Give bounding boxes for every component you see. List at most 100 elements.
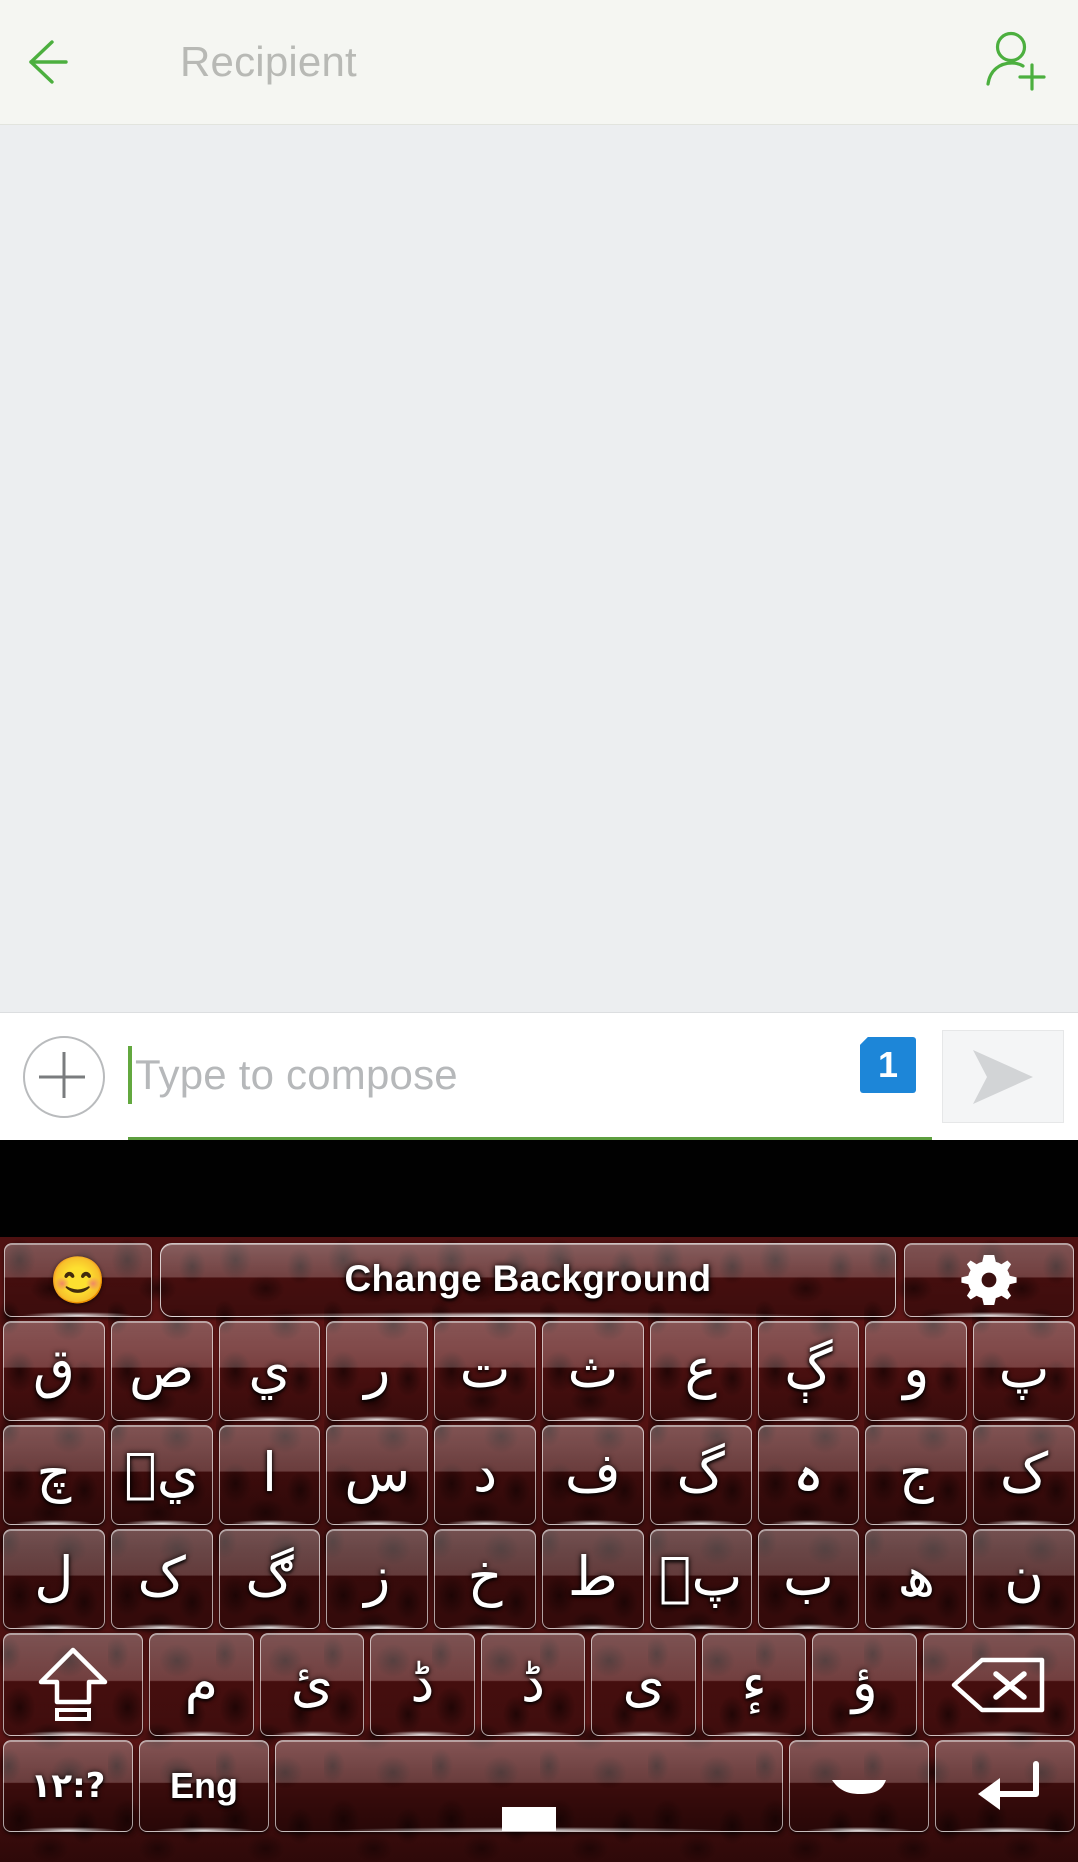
key-vao[interactable]: و [865, 1321, 968, 1421]
key-enter[interactable] [935, 1740, 1075, 1832]
key-che[interactable]: چ [3, 1425, 105, 1525]
shift-up-arrow-icon [38, 1647, 108, 1721]
key-be[interactable]: ب [757, 1529, 860, 1629]
key-glyph: ہ [792, 1441, 825, 1504]
key-glyph: د [473, 1441, 498, 1504]
key-glyph: ک [137, 1545, 186, 1608]
key-ye-variant[interactable]: يٜ [110, 1425, 213, 1525]
key-pe[interactable]: پ [973, 1321, 1075, 1421]
key-glyph: ت [459, 1337, 511, 1400]
dash-icon [832, 1780, 886, 1794]
key-glyph: ع [684, 1337, 717, 1400]
key-glyph: ى [622, 1650, 665, 1714]
key-kaf-2[interactable]: ک [110, 1529, 213, 1629]
key-hamza-vao[interactable]: ؤ [812, 1633, 918, 1736]
back-button[interactable] [0, 0, 112, 125]
key-ye[interactable]: ي [218, 1321, 321, 1421]
key-alif-maqsura[interactable]: ى [591, 1633, 696, 1736]
key-he-goal[interactable]: ہ [757, 1425, 860, 1525]
keyboard-settings-key[interactable] [904, 1243, 1074, 1317]
keyboard-gap [0, 1140, 1078, 1237]
key-lam[interactable]: ل [3, 1529, 105, 1629]
key-gaf[interactable]: گ [649, 1425, 752, 1525]
key-ain[interactable]: ع [649, 1321, 752, 1421]
key-glyph: ل [34, 1545, 74, 1608]
key-glyph: و [903, 1337, 930, 1400]
key-khe[interactable]: خ [434, 1529, 536, 1629]
key-shift[interactable] [3, 1633, 143, 1736]
key-space[interactable] [275, 1740, 783, 1832]
key-qaf[interactable]: ق [3, 1321, 105, 1421]
send-button[interactable] [942, 1030, 1064, 1123]
attach-button[interactable] [0, 1013, 128, 1140]
key-glyph: ک [999, 1441, 1049, 1504]
key-glyph: ڈ [410, 1650, 435, 1714]
key-toe[interactable]: ط [541, 1529, 644, 1629]
key-glyph: ڳ [784, 1337, 833, 1400]
key-glyph: ز [364, 1545, 391, 1608]
change-background-button[interactable]: Change Background [160, 1243, 896, 1317]
key-dal[interactable]: د [434, 1425, 536, 1525]
key-language-label: Eng [170, 1765, 238, 1806]
key-nun[interactable]: ن [973, 1529, 1075, 1629]
text-caret [128, 1046, 132, 1104]
add-contact-button[interactable] [948, 0, 1078, 125]
change-background-label: Change Background [344, 1257, 712, 1299]
urdu-keyboard: 😊 Change Background ق ص ي ر ت ث ع ڳ و پ … [0, 1237, 1078, 1862]
key-glyph: ؤ [851, 1650, 878, 1714]
key-sin[interactable]: س [326, 1425, 429, 1525]
send-paper-plane-icon [973, 1049, 1033, 1104]
message-list[interactable] [0, 125, 1078, 1013]
key-gaf-dotted[interactable]: ڳ [757, 1321, 860, 1421]
key-glyph: ف [564, 1441, 621, 1504]
keyboard-function-row: 😊 Change Background [0, 1237, 1078, 1319]
key-gaf-ring[interactable]: ڰ [218, 1529, 321, 1629]
key-te[interactable]: ت [434, 1321, 536, 1421]
key-do-chashmi-he[interactable]: ھ [865, 1529, 968, 1629]
key-symbols[interactable]: ۱۲:? [3, 1740, 133, 1832]
key-language-toggle[interactable]: Eng [139, 1740, 269, 1832]
app-bar: Recipient [0, 0, 1078, 125]
keyboard-row-4: م ئ ڈ ڈ ى ءٕ ؤ [0, 1631, 1078, 1738]
key-glyph: ئ [290, 1650, 333, 1714]
add-person-icon [986, 31, 1046, 91]
key-glyph: ءٕ [741, 1650, 767, 1714]
key-glyph: م [184, 1650, 218, 1714]
emoji-key[interactable]: 😊 [4, 1243, 152, 1317]
key-sad[interactable]: ص [110, 1321, 213, 1421]
key-fe[interactable]: ف [541, 1425, 644, 1525]
key-mim[interactable]: م [149, 1633, 254, 1736]
key-backspace[interactable] [923, 1633, 1076, 1736]
key-pe-variant[interactable]: پٜ [649, 1529, 752, 1629]
key-glyph: ج [898, 1441, 934, 1504]
key-hamza[interactable]: ءٕ [701, 1633, 807, 1736]
keyboard-row-3: ل ک ڰ ز خ ط پٜ ب ھ ن [0, 1527, 1078, 1631]
key-hamza-ye[interactable]: ئ [259, 1633, 365, 1736]
key-symbols-label: ۱۲:? [30, 1766, 106, 1806]
recipient-input[interactable]: Recipient [112, 0, 948, 125]
enter-return-icon [978, 1761, 1039, 1810]
key-glyph: ر [364, 1337, 391, 1400]
key-dash[interactable] [789, 1740, 929, 1832]
key-glyph: ن [1004, 1545, 1044, 1608]
key-re[interactable]: ر [326, 1321, 429, 1421]
key-se[interactable]: ث [541, 1321, 644, 1421]
key-glyph: ط [567, 1545, 618, 1608]
key-dal-retroflex[interactable]: ڈ [370, 1633, 475, 1736]
key-ze[interactable]: ز [326, 1529, 429, 1629]
key-alif[interactable]: ا [218, 1425, 321, 1525]
emoji-smiling-face-icon: 😊 [49, 1253, 107, 1306]
key-jim[interactable]: ج [865, 1425, 968, 1525]
gear-icon [961, 1255, 1017, 1305]
key-glyph: خ [467, 1545, 503, 1608]
compose-input[interactable]: Type to compose 1 [128, 1013, 932, 1140]
key-glyph: ب [783, 1545, 834, 1608]
key-kaf[interactable]: ک [973, 1425, 1075, 1525]
backspace-icon [951, 1657, 1045, 1712]
recipient-placeholder: Recipient [180, 38, 357, 85]
keyboard-row-2: چ يٜ ا س د ف گ ہ ج ک [0, 1423, 1078, 1527]
key-glyph: گ [676, 1441, 725, 1504]
key-dal-dotted[interactable]: ڈ [480, 1633, 586, 1736]
sim-badge[interactable]: 1 [860, 1037, 916, 1093]
compose-placeholder: Type to compose [135, 1051, 458, 1098]
